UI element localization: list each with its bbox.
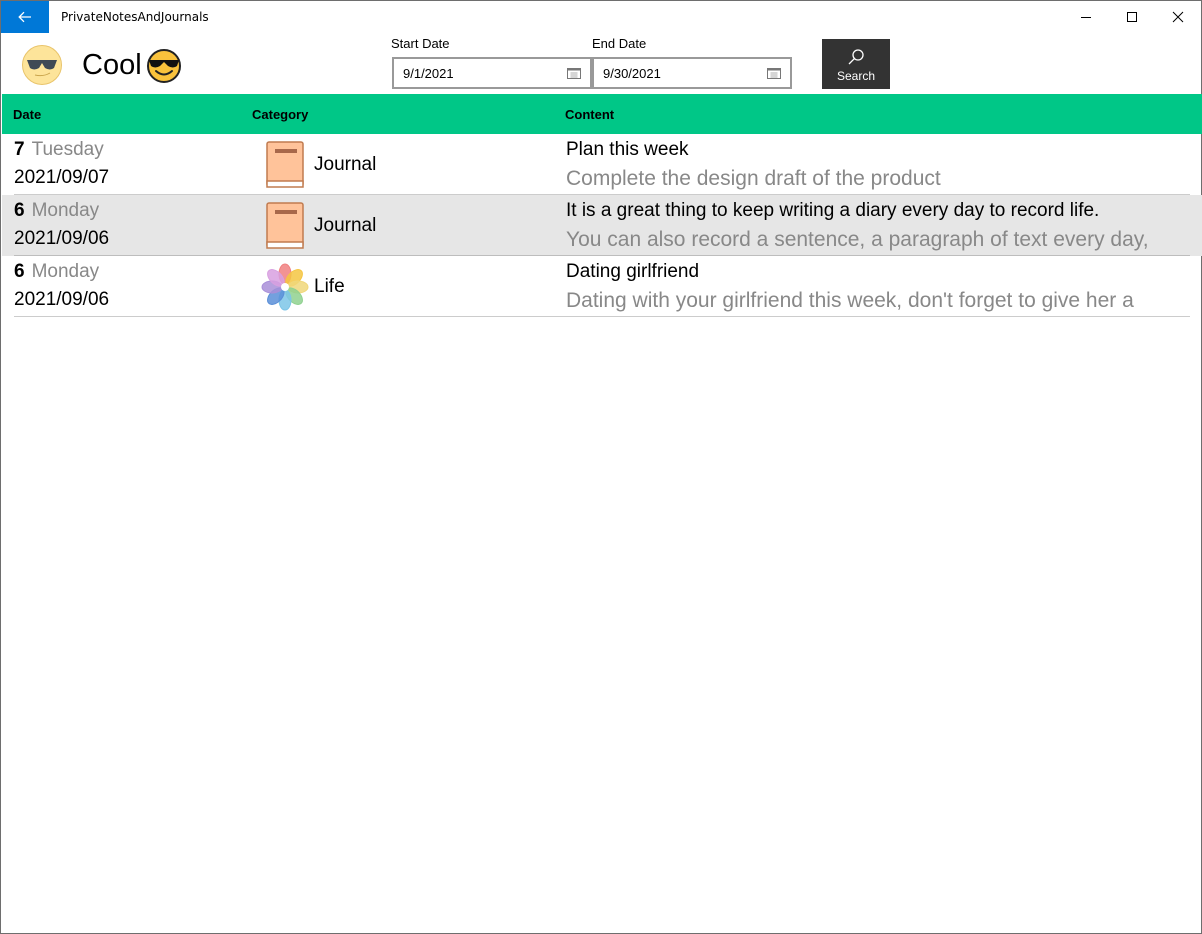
search-icon: [848, 49, 864, 65]
end-date-value: 9/30/2021: [603, 65, 661, 81]
back-arrow-icon: [18, 11, 31, 23]
minimize-button[interactable]: [1063, 1, 1109, 33]
weekday: Monday: [31, 261, 100, 282]
avatar[interactable]: [21, 44, 63, 86]
column-header-content[interactable]: Content: [565, 107, 614, 122]
table-row[interactable]: 6 Monday 2021/09/06 Life Dating girlfrien…: [2, 256, 1202, 317]
book-icon: [266, 141, 304, 188]
app-window: PrivateNotesAndJournals Cool Start Date …: [0, 0, 1202, 934]
sunglasses-face-icon: [22, 45, 62, 85]
day-line: 6 Monday: [14, 199, 99, 223]
entry-body: Complete the design draft of the product: [566, 167, 941, 190]
day-number: 6: [14, 261, 25, 282]
weekday: Tuesday: [31, 139, 104, 160]
flower-icon: [261, 263, 309, 311]
start-date-label: Start Date: [391, 36, 450, 51]
search-button[interactable]: Search: [822, 39, 890, 89]
day-line: 6 Monday: [14, 260, 99, 284]
category-icon: [261, 141, 309, 189]
day-number: 7: [14, 139, 25, 160]
full-date: 2021/09/07: [14, 167, 110, 188]
entry-title: Dating girlfriend: [566, 261, 700, 282]
column-header-date[interactable]: Date: [13, 107, 41, 122]
entry-body: Dating with your girlfriend this week, d…: [566, 289, 1134, 312]
table-row[interactable]: 6 Monday 2021/09/06 Journal It is a great…: [2, 195, 1202, 256]
title-bar: PrivateNotesAndJournals: [1, 1, 1201, 33]
book-icon: [266, 202, 304, 249]
column-header-category[interactable]: Category: [252, 107, 308, 122]
weekday: Monday: [31, 200, 100, 221]
category-icon: [261, 263, 309, 311]
search-label: Search: [836, 69, 876, 83]
entry-title: It is a great thing to keep writing a di…: [566, 200, 1100, 221]
maximize-button[interactable]: [1109, 1, 1155, 33]
day-line: 7 Tuesday: [14, 138, 104, 162]
grid-header: Date Category Content: [2, 94, 1202, 134]
app-title: PrivateNotesAndJournals: [61, 10, 209, 24]
table-row[interactable]: 7 Tuesday 2021/09/07 Journal Plan this we…: [2, 134, 1202, 195]
close-icon: [1172, 11, 1184, 23]
entry-title: Plan this week: [566, 139, 689, 160]
calendar-icon: [767, 68, 781, 79]
minimize-icon: [1081, 17, 1091, 18]
category-label: Journal: [314, 154, 377, 175]
start-date-picker[interactable]: 9/1/2021: [392, 57, 592, 89]
calendar-icon: [567, 68, 581, 79]
entry-body: You can also record a sentence, a paragr…: [566, 228, 1149, 251]
user-name: Cool: [82, 49, 142, 81]
maximize-icon: [1127, 12, 1137, 22]
start-date-value: 9/1/2021: [403, 65, 454, 81]
day-number: 6: [14, 200, 25, 221]
back-button[interactable]: [1, 1, 49, 33]
full-date: 2021/09/06: [14, 289, 110, 310]
smiling-face-with-sunglasses-icon: [147, 49, 181, 83]
end-date-label: End Date: [592, 36, 647, 51]
close-button[interactable]: [1155, 1, 1201, 33]
full-date: 2021/09/06: [14, 228, 110, 249]
cool-emoji: [146, 48, 182, 84]
category-icon: [261, 202, 309, 250]
category-label: Life: [314, 276, 345, 297]
category-label: Journal: [314, 215, 377, 236]
end-date-picker[interactable]: 9/30/2021: [592, 57, 792, 89]
row-divider: [14, 316, 1190, 317]
